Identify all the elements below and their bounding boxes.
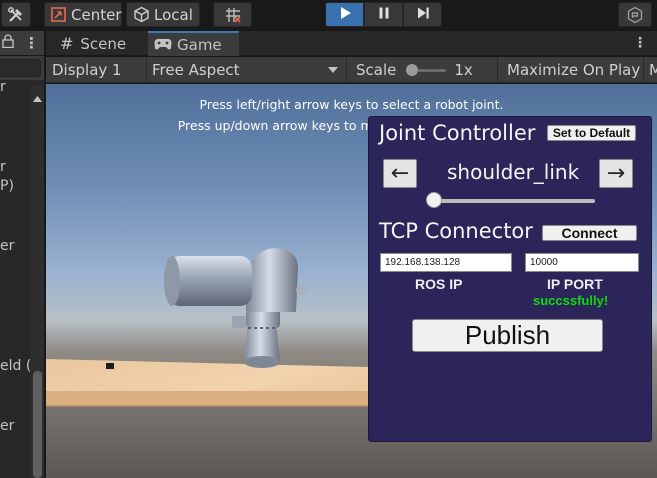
selected-joint-name: shoulder_link	[447, 160, 580, 184]
gamepad-icon	[154, 36, 172, 54]
display-value: Display 1	[52, 61, 122, 79]
hierarchy-search-container	[0, 56, 44, 80]
pivot-center-toggle[interactable]: Center	[44, 2, 122, 27]
space-label: Local	[154, 5, 193, 24]
arrow-right-icon: →	[606, 161, 626, 186]
scale-value: 1x	[454, 61, 473, 79]
scale-slider[interactable]	[406, 64, 447, 76]
hierarchy-header: ⋮	[0, 31, 44, 56]
set-to-default-button[interactable]: Set to Default	[547, 125, 636, 141]
step-button[interactable]	[403, 2, 442, 27]
game-view-toolbar: Display 1 Free Aspect Scale 1x Maximize …	[46, 57, 657, 83]
hierarchy-item-fragment[interactable]: P)	[0, 178, 14, 194]
hierarchy-item-fragment[interactable]: r	[0, 79, 6, 95]
more-toolbar-item[interactable]: M	[645, 57, 657, 83]
scroll-up-arrow-icon[interactable]	[33, 90, 42, 106]
joint-slider-track[interactable]	[427, 199, 595, 203]
small-block	[106, 363, 114, 369]
connect-button[interactable]: Connect	[542, 225, 637, 241]
view-tabs: # Scene Game ⋮	[46, 31, 657, 56]
hierarchy-item-fragment[interactable]: eld (	[0, 358, 31, 374]
grid-snap-button[interactable]	[213, 2, 252, 27]
pause-icon	[377, 6, 391, 24]
hierarchy-item-fragment[interactable]: er	[0, 238, 14, 254]
play-icon	[338, 6, 352, 24]
step-icon	[416, 6, 430, 24]
connection-status: succssfully!	[533, 293, 609, 308]
hierarchy-item-fragment[interactable]: r	[0, 159, 6, 175]
aspect-value: Free Aspect	[152, 61, 240, 79]
previous-joint-button[interactable]: ←	[383, 159, 417, 188]
overflow-label: M	[649, 61, 657, 79]
tab-scene-label: Scene	[80, 34, 127, 53]
pivot-local-toggle[interactable]: Local	[126, 2, 200, 27]
scale-slider-knob[interactable]	[406, 64, 419, 76]
tab-game[interactable]: Game	[148, 31, 239, 56]
main-toolbar: Center Local	[0, 0, 657, 30]
arrow-left-icon: ←	[390, 161, 410, 186]
pivot-center-icon	[50, 6, 67, 23]
tools-button[interactable]	[1, 2, 31, 27]
next-joint-button[interactable]: →	[599, 159, 633, 188]
game-viewport[interactable]: Press left/right arrow keys to select a …	[46, 84, 657, 478]
scale-label: Scale	[356, 61, 397, 79]
ip-port-input[interactable]: 10000	[525, 253, 639, 272]
joint-controller-title: Joint Controller	[379, 121, 536, 145]
cloud-button[interactable]	[618, 2, 652, 27]
play-button[interactable]	[325, 2, 364, 27]
aspect-dropdown[interactable]: Free Aspect	[147, 57, 347, 83]
playmode-controls	[325, 2, 442, 27]
more-options-icon[interactable]: ⋮	[24, 35, 39, 51]
tab-game-label: Game	[177, 35, 222, 54]
ip-port-label: IP PORT	[547, 276, 603, 292]
robot-arm-model	[136, 244, 316, 388]
scale-control: Scale 1x	[348, 57, 498, 83]
hierarchy-panel: ⋮ r r P) er eld ( er	[0, 31, 44, 478]
tcp-connector-title: TCP Connector	[379, 219, 533, 243]
more-options-icon[interactable]: ⋮	[633, 35, 647, 51]
maximize-label: Maximize On Play	[507, 61, 641, 79]
instruction-line-1: Press left/right arrow keys to select a …	[199, 97, 504, 112]
hierarchy-scrollbar-thumb[interactable]	[33, 371, 42, 478]
cube-icon	[133, 6, 150, 23]
grid-snap-icon	[224, 6, 242, 24]
publish-button[interactable]: Publish	[412, 319, 603, 352]
hash-icon: #	[60, 34, 74, 53]
joint-controller-panel: Joint Controller Set to Default ← should…	[368, 116, 652, 442]
display-dropdown[interactable]: Display 1	[46, 57, 147, 83]
maximize-on-play-toggle[interactable]: Maximize On Play	[499, 57, 644, 83]
tab-scene[interactable]: # Scene	[50, 31, 148, 56]
hierarchy-search-input[interactable]	[0, 59, 41, 77]
ros-ip-label: ROS IP	[415, 276, 463, 292]
wrench-hammer-icon	[7, 6, 25, 24]
pivot-label: Center	[71, 5, 122, 24]
pause-button[interactable]	[364, 2, 403, 27]
chevron-down-icon	[328, 67, 338, 73]
hierarchy-item-fragment[interactable]: er	[0, 418, 14, 434]
unity-cloud-icon	[626, 6, 644, 24]
lock-icon[interactable]	[2, 34, 14, 52]
ros-ip-input[interactable]: 192.168.138.128	[380, 253, 512, 272]
joint-slider-knob[interactable]	[426, 192, 442, 208]
